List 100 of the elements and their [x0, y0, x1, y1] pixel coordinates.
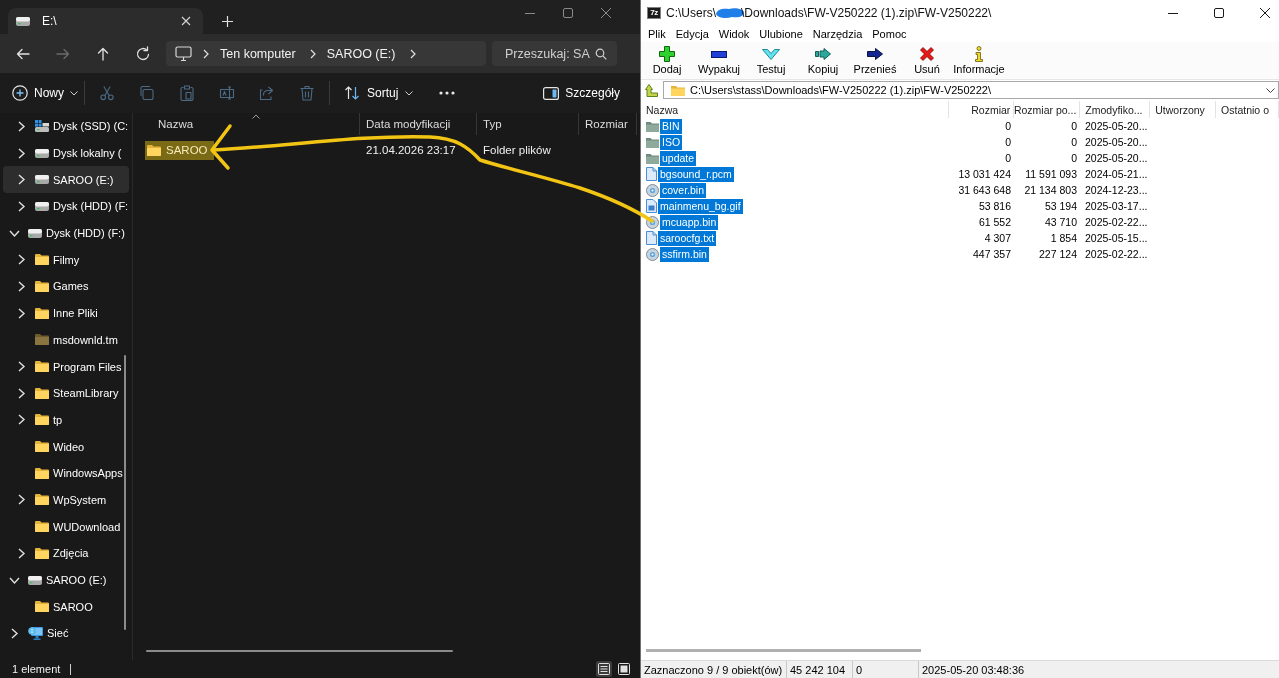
image-file-icon	[646, 199, 657, 213]
menu-item[interactable]: Edycja	[670, 28, 714, 40]
size-cell: 447 357	[973, 248, 1011, 260]
sidebar-item[interactable]: Dysk (SSD) (C:	[3, 113, 129, 140]
chevron-down-icon[interactable]	[1266, 87, 1275, 93]
disc-icon	[646, 183, 659, 197]
sidebar-item[interactable]: Zdjęcia	[3, 540, 129, 567]
details-view-button[interactable]	[596, 661, 612, 677]
type-cell: Folder plików	[483, 144, 551, 156]
sidebar-item[interactable]: Program Files	[3, 353, 129, 380]
breadcrumb-item[interactable]: Ten komputer	[220, 46, 296, 61]
packed-size-cell: 0	[1071, 152, 1077, 164]
path-field[interactable]: C:\Users\stass\Downloads\FW-V250222 (1).zip\FW-V250222\	[663, 81, 1279, 99]
file-name[interactable]: cover.bin	[660, 182, 707, 198]
sidebar-item[interactable]: WUDownload	[3, 513, 129, 540]
toolbar-button[interactable]: Przenieś	[849, 42, 901, 79]
column-header[interactable]: Utworzony	[1150, 101, 1217, 118]
file-name[interactable]: bgsound_r.pcm	[658, 166, 734, 182]
vertical-scrollbar[interactable]	[124, 355, 126, 630]
column-header[interactable]: Zmodyfiko...	[1080, 101, 1151, 118]
window-title: \Downloads\FW-V250222 (1).zip\FW-V250222\	[741, 6, 992, 20]
chevron-right-icon[interactable]	[203, 48, 209, 59]
sidebar-item[interactable]: Inne Pliki	[3, 299, 129, 327]
column-header[interactable]: Rozmiar po...	[1014, 101, 1081, 118]
file-name[interactable]: ISO	[660, 134, 683, 150]
folder-icon	[35, 361, 49, 373]
date-cell: 2025-02-22...	[1085, 216, 1148, 228]
column-header[interactable]: Typ	[477, 113, 579, 135]
date-cell: 2025-05-15...	[1085, 232, 1148, 244]
toolbar-button[interactable]: Testuj	[745, 42, 797, 79]
column-header[interactable]: Nazwa	[641, 101, 950, 118]
date-cell: 2024-12-23...	[1085, 184, 1148, 196]
tiles-view-button[interactable]	[616, 661, 632, 677]
sidebar-item[interactable]: Games	[3, 273, 129, 300]
toolbar-button[interactable]: Kopiuj	[797, 42, 849, 79]
folder-icon	[35, 467, 49, 479]
date-cell: 2025-05-20...	[1085, 152, 1148, 164]
chevron-right-icon[interactable]	[309, 48, 316, 59]
sidebar-item[interactable]: tp	[3, 406, 129, 434]
file-name[interactable]: ssfirm.bin	[660, 246, 709, 262]
horizontal-scrollbar[interactable]	[646, 649, 921, 652]
size-cell: 4 307	[984, 232, 1011, 244]
folder-icon	[147, 144, 161, 156]
folder-item[interactable]: SAROO	[145, 140, 214, 160]
address-bar[interactable]: Ten komputer SAROO (E:)	[166, 41, 486, 66]
sidebar-item[interactable]: Dysk (HDD) (F:	[3, 193, 129, 220]
horizontal-scrollbar[interactable]	[146, 650, 453, 652]
details-pane-button[interactable]: Szczegóły	[537, 78, 626, 108]
toolbar-button[interactable]: Informacje	[953, 42, 1005, 79]
more-icon	[439, 91, 456, 95]
search-field[interactable]: Przeszukaj: SA	[492, 41, 617, 66]
packed-size-cell: 0	[1071, 136, 1077, 148]
share-icon	[259, 85, 275, 101]
computer-icon	[175, 45, 192, 62]
column-header[interactable]: Nazwa	[135, 113, 360, 135]
menu-item[interactable]: Ulubione	[754, 28, 808, 40]
sidebar-item[interactable]: WindowsApps	[3, 459, 129, 487]
date-cell: 2025-03-17...	[1085, 200, 1148, 212]
sidebar-item[interactable]: Dysk lokalny (	[3, 139, 129, 167]
arrow-up-icon	[95, 45, 111, 62]
packed-size-cell: 43 710	[1044, 216, 1077, 228]
close-icon[interactable]	[181, 16, 191, 26]
toolbar-button[interactable]: Usuń	[901, 42, 953, 79]
file-name[interactable]: mainmenu_bg.gif	[658, 198, 743, 214]
sort-caret-icon	[252, 114, 260, 119]
sidebar-item[interactable]: SAROO (E:)	[3, 566, 129, 594]
toolbar-button[interactable]: Dodaj	[641, 42, 693, 79]
file-name[interactable]: saroocfg.txt	[658, 230, 717, 246]
tiles-icon	[618, 663, 630, 675]
list-icon	[598, 663, 610, 675]
packed-size-cell: 1 854	[1050, 232, 1077, 244]
sidebar-item[interactable]: Wideo	[3, 433, 129, 460]
breadcrumb-item[interactable]: SAROO (E:)	[326, 46, 396, 61]
sidebar-item[interactable]: SAROO (E:)	[3, 166, 129, 194]
menu-item[interactable]: Pomoc	[867, 28, 912, 40]
file-name[interactable]: mcuapp.bin	[660, 214, 719, 230]
sidebar-item[interactable]: SAROO	[3, 593, 129, 621]
status-text: 45 242 104	[790, 663, 846, 676]
menu-item[interactable]: Widok	[713, 28, 755, 40]
toolbar-button[interactable]: Wypakuj	[693, 42, 745, 79]
menu-item[interactable]: Plik	[643, 28, 671, 40]
clipboard-icon	[179, 85, 195, 101]
column-header[interactable]: Rozmiar	[579, 113, 637, 135]
column-header[interactable]: Rozmiar	[949, 101, 1015, 118]
column-header[interactable]: Data modyfikacji	[360, 113, 477, 135]
file-name[interactable]: BIN	[660, 118, 682, 134]
column-header[interactable]: Ostatnio o	[1216, 101, 1279, 118]
sidebar-item[interactable]: SteamLibrary	[3, 379, 129, 407]
sidebar-item[interactable]: Dysk (HDD) (F:)	[3, 219, 129, 247]
new-button[interactable]: Nowy	[8, 78, 82, 108]
window-tab[interactable]: E:\	[8, 8, 203, 34]
up-folder-button[interactable]	[642, 81, 660, 99]
sidebar-item[interactable]: WpSystem	[3, 486, 129, 514]
sort-button[interactable]: Sortuj	[338, 78, 420, 108]
sidebar-item[interactable]: Sieć	[3, 620, 129, 647]
sidebar-item[interactable]: Filmy	[3, 246, 129, 274]
sidebar-item[interactable]: msdownld.tm	[3, 326, 129, 354]
file-name[interactable]: update	[660, 150, 697, 166]
menu-item[interactable]: Narzędzia	[807, 28, 868, 40]
chevron-right-icon[interactable]	[409, 48, 416, 59]
